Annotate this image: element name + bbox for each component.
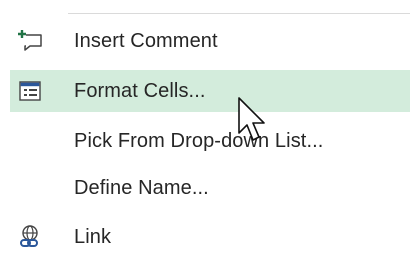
menu-item-label: Define Name... xyxy=(74,177,209,199)
mouse-pointer-icon xyxy=(238,97,265,141)
link-icon xyxy=(16,224,44,250)
menu-item-pick-from-dropdown-list[interactable]: Pick From Drop-down List... xyxy=(10,120,410,162)
menu-item-define-name[interactable]: Define Name... xyxy=(10,167,410,209)
format-cells-icon xyxy=(16,78,44,104)
menu-item-format-cells[interactable]: Format Cells... xyxy=(10,70,410,112)
menu-item-label: Insert Comment xyxy=(74,30,218,52)
menu-item-link[interactable]: Link xyxy=(10,216,410,258)
menu-item-insert-comment[interactable]: Insert Comment xyxy=(10,20,410,62)
insert-comment-icon xyxy=(16,28,44,54)
menu-item-label: Format Cells... xyxy=(74,80,206,102)
context-menu: Insert Comment Format Cells... Pick From… xyxy=(0,0,410,262)
menu-item-label: Link xyxy=(74,226,112,248)
menu-item-label: Pick From Drop-down List... xyxy=(74,130,324,152)
menu-separator xyxy=(68,13,410,14)
